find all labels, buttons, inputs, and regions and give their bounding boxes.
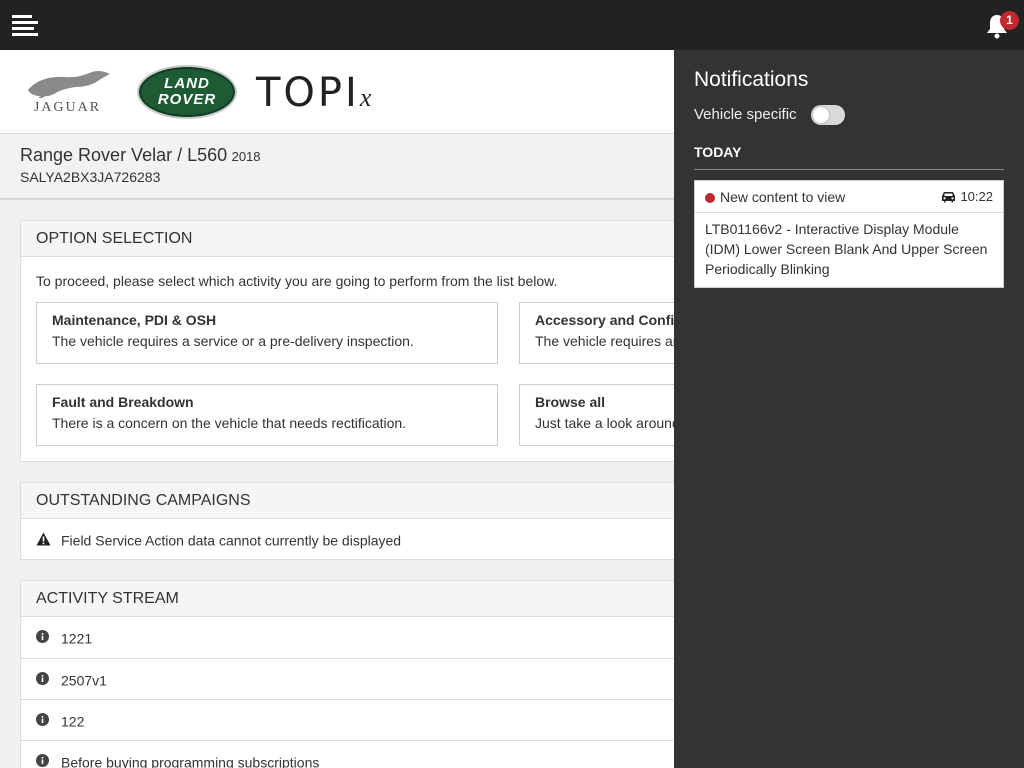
vehicle-specific-setting: Vehicle specific bbox=[694, 104, 1004, 126]
option-card-desc: There is a concern on the vehicle that n… bbox=[52, 415, 407, 431]
notification-time-wrap: 10:22 bbox=[941, 189, 993, 204]
info-icon bbox=[36, 630, 51, 646]
option-card-fault[interactable]: Fault and Breakdown There is a concern o… bbox=[36, 384, 498, 446]
vehicle-vin: SALYA2BX3JA726283 bbox=[20, 169, 161, 185]
notifications-panel: Notifications Vehicle specific TODAY New… bbox=[674, 50, 1024, 768]
land-rover-logo-line1: LAND bbox=[164, 75, 210, 92]
notifications-section-today: TODAY bbox=[694, 144, 1004, 170]
vehicle-year: 2018 bbox=[231, 149, 261, 164]
activity-item[interactable]: 1221 bbox=[21, 617, 674, 658]
info-icon bbox=[36, 672, 51, 688]
jaguar-leaper-icon bbox=[28, 70, 110, 98]
notification-card-header: New content to view 10:22 bbox=[695, 181, 1003, 213]
campaigns-message: Field Service Action data cannot current… bbox=[61, 532, 402, 549]
option-card-desc: The vehicle requires an accessory fitmen… bbox=[535, 333, 674, 349]
option-card-title: Maintenance, PDI & OSH bbox=[52, 312, 217, 328]
menu-icon[interactable] bbox=[12, 15, 38, 36]
notification-time: 10:22 bbox=[960, 189, 993, 204]
notification-status: New content to view bbox=[720, 189, 846, 205]
jaguar-wordmark: JAGUAR bbox=[33, 100, 102, 115]
activity-stream-title: ACTIVITY STREAM bbox=[21, 581, 674, 617]
activity-item-label: 122 bbox=[61, 713, 85, 730]
outstanding-campaigns-panel: OUTSTANDING CAMPAIGNS Field Service Acti… bbox=[20, 482, 674, 560]
land-rover-logo: LAND ROVER bbox=[137, 65, 237, 119]
top-bar: 1 bbox=[0, 0, 1024, 50]
option-card-maintenance[interactable]: Maintenance, PDI & OSH The vehicle requi… bbox=[36, 302, 498, 364]
notification-count-badge: 1 bbox=[1000, 11, 1019, 30]
vehicle-header: Range Rover Velar / L560 2018 SALYA2BX3J… bbox=[0, 134, 674, 200]
activity-item[interactable]: Before buying programming subscriptions bbox=[21, 740, 674, 768]
info-icon bbox=[36, 713, 51, 729]
unread-dot-icon bbox=[705, 193, 715, 203]
jaguar-logo: JAGUAR bbox=[20, 68, 115, 116]
notifications-title: Notifications bbox=[694, 68, 809, 91]
activity-item-label: Before buying programming subscriptions bbox=[61, 754, 320, 768]
notification-card[interactable]: New content to view 10:22 LTB01166v2 - I… bbox=[694, 180, 1004, 288]
info-icon bbox=[36, 754, 51, 768]
toggle-knob bbox=[813, 107, 829, 123]
option-card-title: Browse all bbox=[535, 394, 606, 410]
option-card-desc: Just take a look around. bbox=[535, 415, 674, 431]
notifications-button[interactable]: 1 bbox=[985, 11, 1019, 39]
option-selection-intro: To proceed, please select which activity… bbox=[36, 273, 558, 289]
land-rover-logo-line2: ROVER bbox=[157, 91, 217, 108]
outstanding-campaigns-title: OUTSTANDING CAMPAIGNS bbox=[21, 483, 674, 519]
warning-icon bbox=[36, 532, 51, 549]
topix-logo: TOPIx bbox=[256, 70, 374, 116]
brand-header: JAGUAR LAND ROVER TOPIx bbox=[0, 50, 674, 134]
activity-item-label: 2507v1 bbox=[61, 672, 107, 689]
main-content: JAGUAR LAND ROVER TOPIx Range Rover Vela… bbox=[0, 50, 674, 768]
option-card-browse[interactable]: Browse all Just take a look around. bbox=[519, 384, 674, 446]
activity-item[interactable]: 2507v1 bbox=[21, 658, 674, 699]
topix-x-mark: x bbox=[359, 83, 375, 112]
topix-wordmark: TOPI bbox=[256, 70, 360, 116]
activity-stream-panel: ACTIVITY STREAM 1221 2507v1 122 Before b… bbox=[20, 580, 674, 768]
option-card-title: Accessory and Configuration bbox=[535, 312, 674, 328]
notification-body: LTB01166v2 - Interactive Display Module … bbox=[705, 221, 988, 277]
car-icon bbox=[942, 192, 956, 203]
activity-item[interactable]: 122 bbox=[21, 699, 674, 740]
option-card-desc: The vehicle requires a service or a pre-… bbox=[52, 333, 414, 349]
option-card-accessory[interactable]: Accessory and Configuration The vehicle … bbox=[519, 302, 674, 364]
vehicle-name: Range Rover Velar / L560 bbox=[20, 145, 228, 165]
option-card-title: Fault and Breakdown bbox=[52, 394, 194, 410]
option-selection-panel: OPTION SELECTION To proceed, please sele… bbox=[20, 220, 674, 462]
option-selection-title: OPTION SELECTION bbox=[21, 221, 674, 257]
vehicle-specific-toggle[interactable] bbox=[811, 105, 845, 125]
vehicle-specific-label: Vehicle specific bbox=[694, 106, 797, 123]
campaigns-message-row: Field Service Action data cannot current… bbox=[21, 519, 674, 560]
activity-item-label: 1221 bbox=[61, 630, 93, 647]
